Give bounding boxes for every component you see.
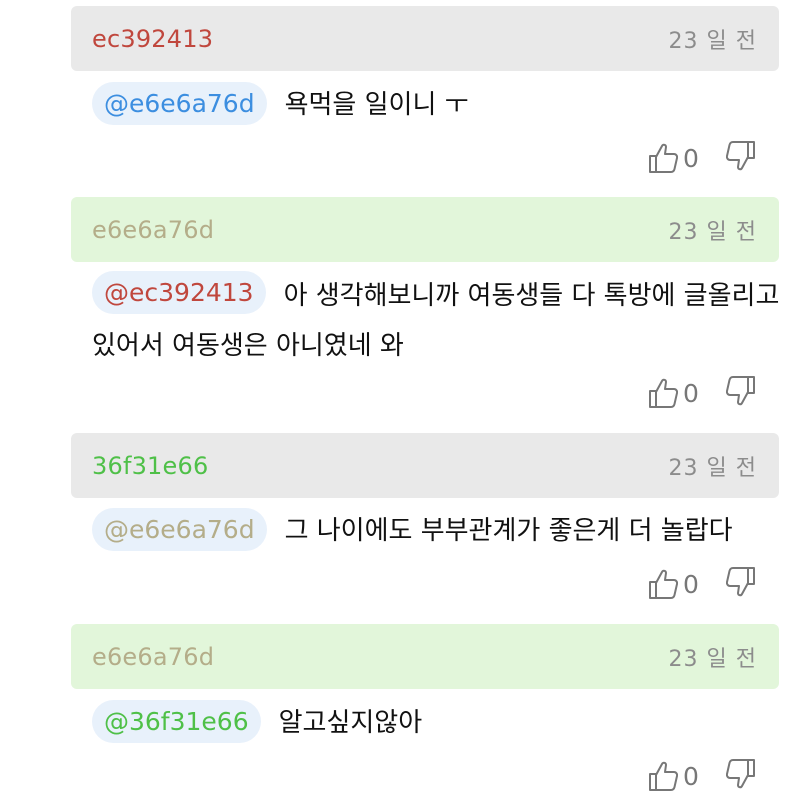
thumbs-up-icon <box>649 143 678 173</box>
mention-tag[interactable]: @e6e6a76d <box>92 508 267 551</box>
comment-timestamp: 23 일 전 <box>668 219 757 245</box>
mention-tag[interactable]: @ec392413 <box>92 271 266 314</box>
thumbs-up-icon <box>649 761 678 791</box>
like-count: 0 <box>683 569 699 599</box>
thumbs-down-icon <box>725 759 755 789</box>
thumbs-down-icon <box>725 376 755 406</box>
comment-body: @e6e6a76d 욕먹을 일이니 ㅜ <box>92 82 782 129</box>
thumbs-up-icon <box>649 569 678 599</box>
thumbs-down-icon <box>725 567 755 597</box>
like-count: 0 <box>683 143 699 173</box>
like-button[interactable]: 0 <box>648 564 708 604</box>
thumbs-down-icon <box>725 141 755 171</box>
comment-author[interactable]: 36f31e66 <box>92 452 208 480</box>
mention-tag[interactable]: @36f31e66 <box>92 700 261 743</box>
comment-text: 알고싶지않아 <box>278 708 423 738</box>
comment-text: 그 나이에도 부부관계가 좋은게 더 놀랍다 <box>284 516 733 546</box>
comment-body: @ec392413 아 생각해보니까 여동생들 다 톡방에 글올리고 있어서 여동… <box>92 271 782 371</box>
dislike-button[interactable] <box>725 758 760 794</box>
comment-actions: 0 <box>648 373 768 413</box>
comment-actions: 0 <box>648 564 768 604</box>
comment-actions: 0 <box>648 138 768 178</box>
like-count: 0 <box>683 761 699 791</box>
comment-header: 36f31e66 23 일 전 <box>71 433 779 498</box>
comment-author[interactable]: ec392413 <box>92 25 213 53</box>
comment-timestamp: 23 일 전 <box>668 28 757 54</box>
like-button[interactable]: 0 <box>648 373 708 413</box>
thumbs-up-icon <box>649 378 678 408</box>
comment-author[interactable]: e6e6a76d <box>92 216 214 244</box>
like-count: 0 <box>683 378 699 408</box>
comment-author[interactable]: e6e6a76d <box>92 643 214 671</box>
dislike-button[interactable] <box>725 140 760 176</box>
dislike-button[interactable] <box>725 375 760 411</box>
comment-header: ec392413 23 일 전 <box>71 6 779 71</box>
comment-text: 욕먹을 일이니 ㅜ <box>284 90 469 120</box>
comment-body: @e6e6a76d 그 나이에도 부부관계가 좋은게 더 놀랍다 <box>92 508 782 555</box>
comment-actions: 0 <box>648 756 768 796</box>
comment-body: @36f31e66 알고싶지않아 <box>92 700 782 747</box>
comment-header: e6e6a76d 23 일 전 <box>71 624 779 689</box>
like-button[interactable]: 0 <box>648 138 708 178</box>
like-button[interactable]: 0 <box>648 756 708 796</box>
mention-tag[interactable]: @e6e6a76d <box>92 82 267 125</box>
comment-timestamp: 23 일 전 <box>668 646 757 672</box>
dislike-button[interactable] <box>725 566 760 602</box>
comment-header: e6e6a76d 23 일 전 <box>71 197 779 262</box>
comment-timestamp: 23 일 전 <box>668 455 757 481</box>
